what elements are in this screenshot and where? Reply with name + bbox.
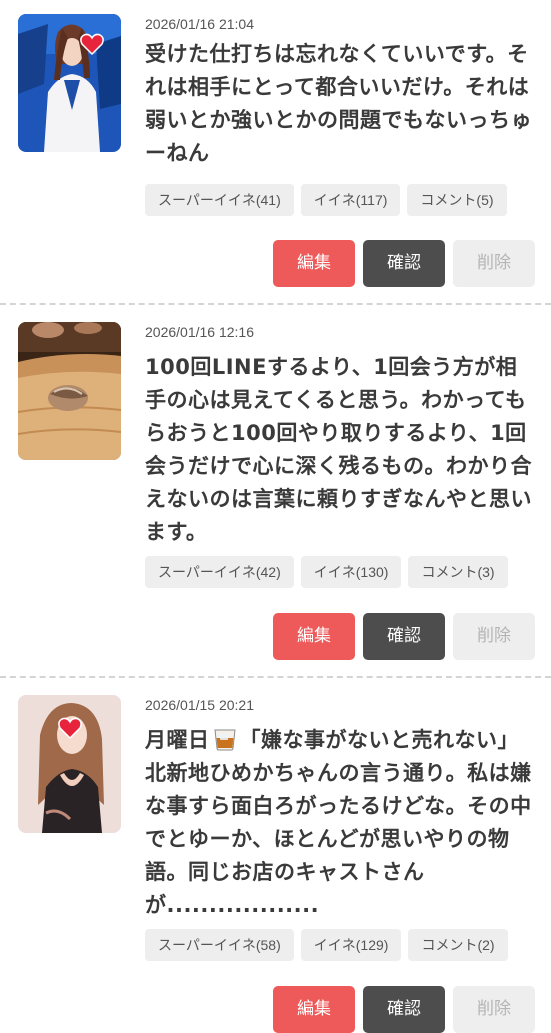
heart-sticker-icon (80, 33, 104, 55)
comment-tag[interactable]: コメント(3) (408, 556, 508, 588)
whisky-glass-emoji-icon (212, 725, 238, 751)
post-date: 2026/01/16 12:16 (145, 324, 254, 340)
post-date: 2026/01/15 20:21 (145, 697, 254, 713)
post-thumbnail[interactable] (18, 322, 121, 460)
post-list: 2026/01/16 21:04 受けた仕打ちは忘れなくていいです。それは相手に… (0, 0, 551, 1033)
super-like-tag[interactable]: スーパーイイネ(58) (145, 929, 294, 961)
reaction-tags: スーパーイイネ(42) イイネ(130) コメント(3) (145, 556, 508, 588)
post-actions: 編集 確認 削除 (273, 986, 535, 1033)
like-tag[interactable]: イイネ(117) (300, 184, 401, 216)
edit-button[interactable]: 編集 (273, 240, 355, 287)
super-like-tag[interactable]: スーパーイイネ(41) (145, 184, 294, 216)
post-item: 2026/01/16 21:04 受けた仕打ちは忘れなくていいです。それは相手に… (0, 0, 551, 305)
comment-tag[interactable]: コメント(2) (408, 929, 508, 961)
delete-button[interactable]: 削除 (453, 986, 535, 1033)
reaction-tags: スーパーイイネ(58) イイネ(129) コメント(2) (145, 929, 508, 961)
post-body: 100回LINEするより、1回会う方が相手の心は見えてくると思う。わかってもらお… (145, 355, 532, 544)
post-body-text: 月曜日 (145, 728, 210, 752)
comment-tag[interactable]: コメント(5) (407, 184, 507, 216)
post-item: 2026/01/16 12:16 100回LINEするより、1回会う方が相手の心… (0, 305, 551, 678)
post-thumbnail[interactable] (18, 14, 121, 152)
post-actions: 編集 確認 削除 (273, 240, 535, 287)
super-like-tag[interactable]: スーパーイイネ(42) (145, 556, 294, 588)
edit-button[interactable]: 編集 (273, 986, 355, 1033)
edit-button[interactable]: 編集 (273, 613, 355, 660)
post-actions: 編集 確認 削除 (273, 613, 535, 660)
post-date: 2026/01/16 21:04 (145, 16, 254, 32)
like-tag[interactable]: イイネ(129) (300, 929, 402, 961)
confirm-button[interactable]: 確認 (363, 240, 445, 287)
reaction-tags: スーパーイイネ(41) イイネ(117) コメント(5) (145, 184, 507, 216)
heart-sticker-icon (58, 717, 82, 739)
post-body-text: 「嫌な事がないと売れない」北新地ひめかちゃんの言う通り。私は嫌な事すら面白ろがっ… (145, 728, 532, 917)
post-body: 月曜日 「嫌な事がないと売れない」北新地ひめかちゃんの言う通り。私は嫌な事すら面白… (145, 724, 537, 922)
delete-button[interactable]: 削除 (453, 240, 535, 287)
post-thumbnail[interactable] (18, 695, 121, 833)
delete-button[interactable]: 削除 (453, 613, 535, 660)
confirm-button[interactable]: 確認 (363, 613, 445, 660)
like-tag[interactable]: イイネ(130) (300, 556, 402, 588)
post-body: 受けた仕打ちは忘れなくていいです。それは相手にとって都合いいだけ。それは弱いとか… (145, 42, 532, 165)
confirm-button[interactable]: 確認 (363, 986, 445, 1033)
post-item: 2026/01/15 20:21 月曜日 「嫌な事がないと売れない」北新地ひめかち… (0, 678, 551, 1033)
